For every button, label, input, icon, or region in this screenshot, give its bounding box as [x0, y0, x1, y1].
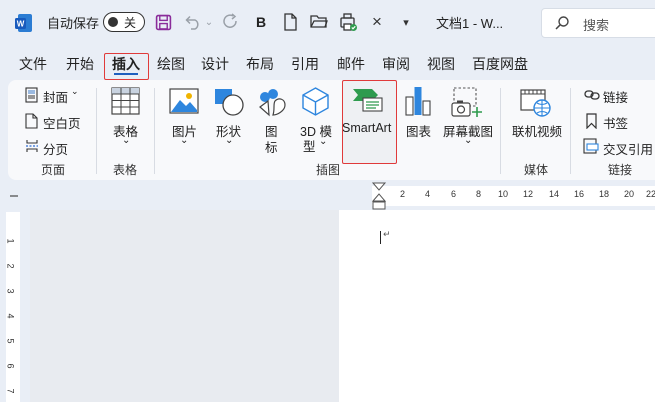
- vertical-ruler-label: 2: [5, 263, 16, 269]
- icons-icon: [259, 89, 286, 117]
- redo-icon[interactable]: [222, 13, 240, 31]
- smartart-highlight-box: [342, 80, 397, 164]
- text-cursor: [380, 231, 381, 244]
- cover-page-icon: [25, 87, 38, 103]
- search-placeholder: 搜索: [583, 18, 610, 33]
- tab-draw[interactable]: 绘图: [157, 54, 185, 74]
- illustrations-group-label: 插图: [316, 163, 341, 177]
- word-app-icon: W: [15, 14, 32, 32]
- search-icon: [555, 16, 569, 30]
- table-icon: [111, 87, 140, 115]
- link-button[interactable]: 链接: [603, 87, 628, 106]
- media-group-label: 媒体: [524, 163, 549, 177]
- search-box[interactable]: 搜索: [541, 8, 655, 38]
- tab-baidu-netdisk[interactable]: 百度网盘: [472, 54, 528, 74]
- tab-layout[interactable]: 布局: [246, 54, 274, 74]
- ruler-tick-label: 14: [549, 189, 560, 199]
- toggle-knob: [108, 17, 118, 27]
- ruler-tick-label: 16: [574, 189, 585, 199]
- horizontal-ruler[interactable]: [372, 186, 655, 206]
- tab-references[interactable]: 引用: [291, 54, 319, 74]
- shapes-dropdown-icon[interactable]: ⌄: [225, 135, 233, 146]
- document-title: 文档1 - W...: [436, 16, 504, 31]
- blank-page-button[interactable]: 空白页: [43, 113, 81, 132]
- ruler-tick-label: 2: [400, 189, 406, 199]
- autosave-state: 关: [124, 16, 137, 30]
- table-dropdown-icon[interactable]: ⌄: [122, 135, 130, 146]
- link-icon: [584, 90, 600, 100]
- vertical-ruler-label: 3: [5, 288, 16, 294]
- tab-home[interactable]: 开始: [66, 54, 94, 74]
- group-divider: [500, 88, 501, 174]
- insert-tab-highlight-box: [104, 53, 149, 80]
- undo-icon[interactable]: [184, 14, 202, 30]
- 3d-model-button-line2[interactable]: 型: [303, 136, 316, 155]
- page-break-icon: [26, 140, 38, 152]
- bookmark-icon: [586, 113, 597, 129]
- ruler-tick-label: 6: [451, 189, 457, 199]
- paragraph-mark: ↵: [383, 229, 391, 239]
- ruler-tick-label: 20: [624, 189, 635, 199]
- ruler-tick-label: 4: [425, 189, 431, 199]
- save-icon[interactable]: [155, 14, 172, 31]
- tab-mailings[interactable]: 邮件: [337, 54, 365, 74]
- picture-dropdown-icon[interactable]: ⌄: [180, 135, 188, 146]
- vertical-ruler-label: 1: [5, 238, 16, 244]
- indent-marker-icon[interactable]: [371, 181, 387, 211]
- tab-file[interactable]: 文件: [19, 54, 47, 74]
- chart-icon: [405, 87, 431, 116]
- icons-button-line2[interactable]: 标: [265, 137, 278, 156]
- tab-review[interactable]: 审阅: [382, 54, 410, 74]
- ruler-tick-label: 18: [599, 189, 610, 199]
- cover-page-button[interactable]: 封面: [43, 87, 68, 106]
- cross-reference-button[interactable]: 交叉引用: [603, 139, 653, 158]
- blank-page-icon: [25, 113, 38, 129]
- ruler-tick-label: 8: [476, 189, 482, 199]
- bold-button[interactable]: B: [253, 10, 269, 34]
- tab-design[interactable]: 设计: [201, 54, 229, 74]
- picture-icon: [169, 88, 199, 114]
- ribbon-tabs: 文件 开始 插入 绘图 设计 布局 引用 邮件 审阅 视图 百度网盘: [0, 50, 655, 78]
- tables-group-label: 表格: [113, 163, 138, 177]
- group-divider: [570, 88, 571, 174]
- close-icon[interactable]: ×: [369, 10, 385, 34]
- autosave-label: 自动保存: [47, 16, 100, 31]
- ruler-toggle-icon[interactable]: [8, 190, 20, 202]
- vertical-ruler-label: 4: [5, 313, 16, 319]
- open-folder-icon[interactable]: [310, 14, 328, 29]
- cover-dropdown-icon[interactable]: ⌄: [71, 86, 79, 97]
- customize-toolbar-icon[interactable]: ▾: [399, 10, 413, 34]
- shapes-icon: [215, 89, 244, 116]
- links-group-label: 链接: [608, 163, 633, 177]
- 3d-model-dropdown-icon[interactable]: ⌄: [319, 136, 327, 147]
- screenshot-dropdown-icon[interactable]: ⌄: [464, 135, 472, 146]
- vertical-ruler-label: 7: [5, 388, 16, 394]
- ruler-tick-label: 12: [523, 189, 534, 199]
- group-divider: [154, 88, 155, 174]
- group-divider: [96, 88, 97, 174]
- screenshot-icon: [451, 87, 482, 117]
- ruler-tick-label: 22: [646, 189, 655, 199]
- online-video-icon: [520, 89, 551, 117]
- tab-view[interactable]: 视图: [427, 54, 455, 74]
- svg-text:W: W: [17, 20, 25, 29]
- undo-dropdown-icon[interactable]: ⌄: [204, 10, 214, 34]
- bookmark-button[interactable]: 书签: [603, 113, 628, 132]
- online-video-button[interactable]: 联机视频: [512, 121, 562, 140]
- cross-reference-icon: [583, 138, 599, 154]
- autosave-toggle[interactable]: 关: [103, 12, 145, 32]
- page-break-button[interactable]: 分页: [43, 139, 68, 158]
- chart-button[interactable]: 图表: [406, 121, 431, 140]
- ruler-tick-label: 10: [498, 189, 509, 199]
- new-document-icon[interactable]: [283, 13, 298, 31]
- vertical-ruler-label: 5: [5, 338, 16, 344]
- vertical-ruler-label: 6: [5, 363, 16, 369]
- print-preview-icon[interactable]: [338, 12, 358, 32]
- pages-group-label: 页面: [41, 163, 66, 177]
- 3d-model-icon: [302, 87, 329, 116]
